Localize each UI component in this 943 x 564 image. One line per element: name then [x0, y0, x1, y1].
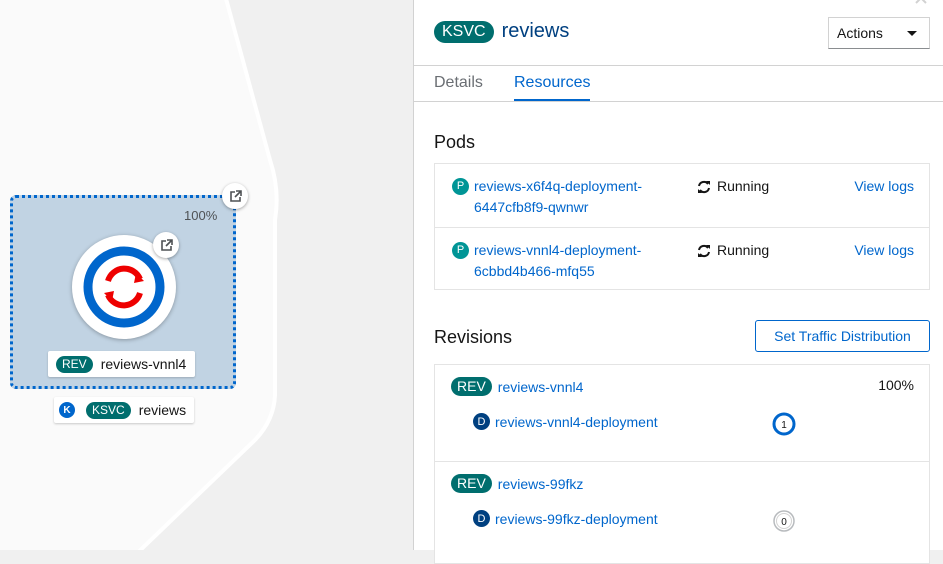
- revisions-section-title: Revisions: [434, 327, 513, 347]
- rev-badge: REV: [451, 474, 492, 493]
- panel-title[interactable]: reviews: [502, 20, 570, 43]
- ksvc-badge: KSVC: [434, 20, 494, 43]
- pod-badge: P: [452, 178, 469, 195]
- pod-count-label: 1: [781, 420, 787, 431]
- revision-link[interactable]: reviews-vnnl4: [498, 379, 584, 395]
- revision-node-label[interactable]: REV reviews-vnnl4: [48, 351, 196, 377]
- side-panel: KSVC reviews Actions Details Resources P…: [413, 0, 943, 564]
- pod-count-label: 0: [781, 517, 787, 528]
- list-item: REV reviews-vnnl4 100% D reviews-vnnl4-d…: [435, 365, 929, 461]
- pods-list: P reviews-x6f4q-deployment- 6447cfb8f9-qw…: [434, 163, 930, 290]
- tab-details[interactable]: Details: [434, 66, 483, 101]
- traffic-percent-label: 100%: [184, 208, 218, 223]
- pod-status: Running: [697, 176, 769, 197]
- deployment-badge: D: [473, 510, 490, 527]
- view-logs-link[interactable]: View logs: [854, 240, 914, 261]
- pod-ring-icon[interactable]: 0: [772, 509, 796, 533]
- list-item: P reviews-vnnl4-deployment- 6cbbd4b466-mf…: [435, 227, 929, 290]
- sync-icon: [698, 244, 710, 257]
- tab-resources[interactable]: Resources: [514, 66, 591, 101]
- pod-ring-icon[interactable]: 1: [772, 412, 796, 436]
- set-traffic-distribution-button[interactable]: Set Traffic Distribution: [755, 320, 930, 352]
- rev-badge: REV: [451, 377, 492, 396]
- list-item: P reviews-x6f4q-deployment- 6447cfb8f9-qw…: [435, 164, 929, 227]
- rev-badge: REV: [56, 355, 93, 373]
- revisions-list: REV reviews-vnnl4 100% D reviews-vnnl4-d…: [434, 364, 930, 564]
- pod-badge: P: [452, 242, 469, 259]
- knative-icon: K: [56, 399, 78, 421]
- view-logs-link[interactable]: View logs: [854, 176, 914, 197]
- deployment-link[interactable]: reviews-vnnl4-deployment: [495, 414, 658, 430]
- panel-header: KSVC reviews: [434, 20, 569, 43]
- ksvc-badge: KSVC: [86, 401, 131, 419]
- pod-link[interactable]: P reviews-x6f4q-deployment- 6447cfb8f9-qw…: [452, 176, 672, 218]
- service-node-label[interactable]: K KSVC reviews: [54, 397, 195, 423]
- service-node-name: reviews: [138, 402, 187, 418]
- caret-down-icon: [907, 30, 917, 36]
- pod-status: Running: [697, 240, 769, 261]
- list-item: REV reviews-99fkz D reviews-99fkz-deploy…: [435, 461, 929, 557]
- open-url-icon[interactable]: [222, 183, 248, 209]
- actions-label: Actions: [837, 25, 883, 41]
- pods-section-title: Pods: [434, 132, 476, 152]
- revision-traffic-percent: 100%: [878, 377, 914, 393]
- pod-link[interactable]: P reviews-vnnl4-deployment- 6cbbd4b466-mf…: [452, 240, 672, 282]
- topology-canvas[interactable]: 100% REV reviews-vnnl4 K KSVC reviews: [0, 0, 413, 550]
- open-url-icon[interactable]: [153, 232, 179, 258]
- revision-node-name: reviews-vnnl4: [100, 356, 187, 372]
- deployment-badge: D: [473, 413, 490, 430]
- deployment-link[interactable]: reviews-99fkz-deployment: [495, 511, 658, 527]
- tab-bar: Details Resources: [414, 65, 943, 102]
- actions-dropdown[interactable]: Actions: [828, 17, 930, 49]
- openshift-logo-icon: [83, 246, 165, 328]
- close-icon[interactable]: [915, 0, 927, 4]
- revision-link[interactable]: reviews-99fkz: [498, 476, 584, 492]
- sync-icon: [698, 180, 710, 193]
